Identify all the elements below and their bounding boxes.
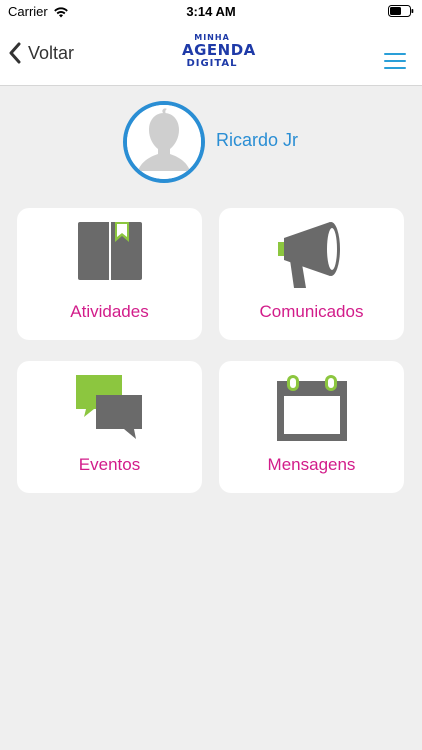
user-silhouette-icon bbox=[127, 105, 201, 179]
chevron-left-icon bbox=[9, 42, 21, 64]
profile-header: Ricardo Jr bbox=[0, 98, 422, 186]
card-label-atividades: Atividades bbox=[70, 302, 149, 321]
card-eventos[interactable]: Eventos bbox=[17, 361, 202, 493]
card-label-mensagens: Mensagens bbox=[267, 455, 356, 474]
back-button[interactable]: Voltar bbox=[8, 42, 74, 64]
chat-bubbles-icon bbox=[75, 375, 142, 439]
logo-line-3: DIGITAL bbox=[186, 58, 238, 69]
card-atividades[interactable]: Atividades bbox=[17, 208, 202, 340]
app-logo: MINHA AGENDA DIGITAL bbox=[182, 34, 256, 80]
card-comunicados[interactable]: Comunicados bbox=[219, 208, 404, 340]
navigation-bar: Voltar MINHA AGENDA DIGITAL bbox=[0, 24, 422, 86]
hamburger-menu-icon[interactable] bbox=[384, 53, 406, 69]
avatar[interactable] bbox=[123, 101, 205, 183]
profile-name: Ricardo Jr bbox=[216, 130, 299, 150]
back-label: Voltar bbox=[28, 42, 75, 63]
calendar-icon bbox=[276, 375, 347, 441]
card-label-eventos: Eventos bbox=[78, 455, 141, 474]
card-mensagens[interactable]: Mensagens bbox=[219, 361, 404, 493]
logo-line-2: AGENDA bbox=[182, 41, 256, 59]
battery-icon bbox=[388, 5, 414, 20]
status-time: 3:14 AM bbox=[186, 4, 236, 19]
status-bar: Carrier 3:14 AM bbox=[0, 0, 422, 24]
card-label-comunicados: Comunicados bbox=[259, 302, 364, 321]
megaphone-icon bbox=[277, 222, 340, 288]
book-icon bbox=[77, 222, 142, 280]
